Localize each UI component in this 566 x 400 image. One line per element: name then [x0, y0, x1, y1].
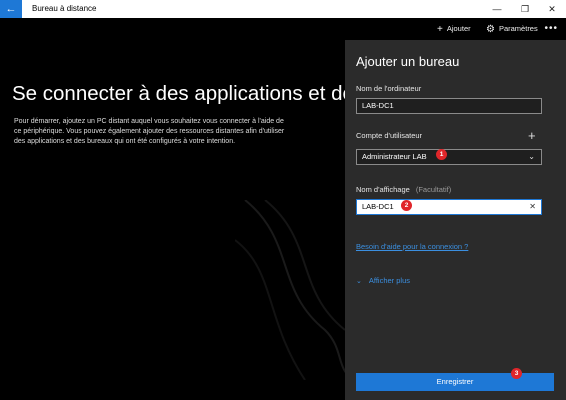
gear-icon: ⚙	[486, 24, 495, 35]
chevron-down-icon: ⌄	[528, 152, 535, 161]
panel-title: Ajouter un bureau	[356, 54, 460, 69]
title-bar: ← Bureau à distance — ❐ ✕	[0, 0, 566, 18]
display-name-label-text: Nom d'affichage	[356, 185, 410, 194]
clear-icon[interactable]: ✕	[529, 200, 536, 214]
minimize-icon[interactable]: —	[483, 0, 511, 18]
annotation-badge-2: 2	[401, 200, 412, 211]
close-icon[interactable]: ✕	[538, 0, 566, 18]
show-more-toggle[interactable]: ⌄ Afficher plus	[356, 276, 410, 285]
computer-name-label: Nom de l'ordinateur	[356, 84, 422, 93]
main-content: Se connecter à des applications et des b…	[0, 40, 345, 400]
add-desktop-panel: Ajouter un bureau Nom de l'ordinateur LA…	[345, 40, 566, 400]
display-name-input[interactable]: LAB-DC1 ✕	[356, 199, 542, 215]
page-heading: Se connecter à des applications et des b…	[12, 82, 345, 105]
settings-label: Paramètres	[498, 24, 538, 33]
annotation-badge-1: 1	[436, 149, 447, 160]
window-title: Bureau à distance	[32, 4, 97, 13]
user-account-select[interactable]: Administrateur LAB ⌄	[356, 149, 542, 165]
settings-button[interactable]: ⚙ Paramètres	[486, 18, 538, 40]
optional-hint: (Facultatif)	[415, 185, 452, 194]
add-button[interactable]: + Ajouter	[437, 18, 471, 40]
add-user-icon[interactable]: +	[528, 128, 536, 143]
annotation-badge-3: 3	[511, 368, 522, 379]
display-name-value: LAB-DC1	[362, 202, 394, 211]
command-bar: + Ajouter ⚙ Paramètres •••	[0, 18, 566, 40]
show-more-label: Afficher plus	[368, 276, 411, 285]
display-name-label: Nom d'affichage (Facultatif)	[356, 185, 451, 194]
more-options-icon[interactable]: •••	[544, 18, 558, 40]
help-link[interactable]: Besoin d'aide pour la connexion ?	[356, 242, 468, 251]
user-account-label: Compte d'utilisateur	[356, 131, 423, 140]
background-decoration	[235, 200, 345, 380]
save-button[interactable]: Enregistrer	[356, 373, 554, 391]
back-arrow-icon[interactable]: ←	[0, 0, 22, 18]
add-label: Ajouter	[446, 24, 471, 33]
maximize-icon[interactable]: ❐	[511, 0, 539, 18]
plus-icon: +	[437, 24, 443, 35]
computer-name-input[interactable]: LAB-DC1	[356, 98, 542, 114]
chevron-down-icon: ⌄	[356, 278, 362, 285]
page-description: Pour démarrer, ajoutez un PC distant auq…	[14, 118, 285, 145]
user-account-value: Administrateur LAB	[362, 152, 427, 161]
